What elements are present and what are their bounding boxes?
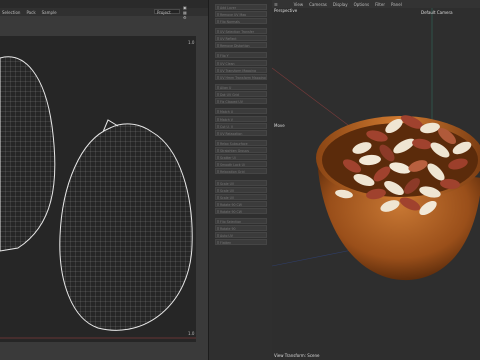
cmd-button[interactable]: Flip Selection: [215, 218, 267, 224]
viewport-icons: ☰: [274, 2, 284, 7]
camera-label: Default Camera: [421, 10, 453, 15]
cmd-button[interactable]: Scale UV: [215, 194, 267, 200]
hamburger-icon[interactable]: ☰: [274, 2, 278, 7]
settings-icon[interactable]: ⚙: [183, 15, 187, 20]
uv-corner-top-label: 1.0: [188, 40, 195, 45]
cmd-button[interactable]: Add Layer: [215, 4, 267, 10]
cmd-button[interactable]: Flatten: [215, 239, 267, 245]
cmd-button[interactable]: Scale UV: [215, 187, 267, 193]
menu-filter[interactable]: Filter: [375, 2, 385, 7]
mode-dropdown-value: Project: [157, 10, 171, 15]
projection-label: Perspective: [274, 8, 298, 13]
cmd-button[interactable]: UV Clean: [215, 60, 267, 66]
menu-panel[interactable]: Panel: [391, 2, 402, 7]
toolbar-icons: ▣ ▦ ⚙: [183, 5, 202, 20]
cmd-button[interactable]: Align U: [215, 84, 267, 90]
cmd-button[interactable]: Fix Clipped UV: [215, 98, 267, 104]
uv-editor-panel: Selection Pack Sample Project ▣ ▦ ⚙ 1.0 …: [0, 5, 208, 360]
mode-dropdown[interactable]: Project: [154, 9, 180, 15]
cmd-button[interactable]: Flip Normals: [215, 18, 267, 24]
grid-icon[interactable]: ▦: [183, 10, 187, 15]
viewport-canvas[interactable]: Perspective Default Camera Move View Tra…: [272, 8, 480, 360]
cmd-button[interactable]: UV Transform Mapping: [215, 67, 267, 73]
cmd-button[interactable]: Remove UV Map: [215, 11, 267, 17]
uv-commands-panel: Add Layer Remove UV Map Flip Normals UV …: [208, 0, 273, 360]
menu-view[interactable]: View: [294, 2, 304, 7]
cmd-button[interactable]: UV Hmm Transform Mapping: [215, 74, 267, 80]
uv-island-right: [59, 123, 193, 331]
cmd-button[interactable]: Match V: [215, 116, 267, 122]
cmd-button[interactable]: Flip Y: [215, 52, 267, 58]
cmd-button[interactable]: Rotate 90 CW: [215, 201, 267, 207]
cmd-button[interactable]: Match U: [215, 108, 267, 114]
menu-cameras[interactable]: Cameras: [309, 2, 327, 7]
viewport-scene: [272, 8, 480, 281]
uv-corner-bottom-label: 1.0: [188, 331, 195, 336]
uv-islands: [0, 56, 196, 339]
menu-selection[interactable]: Selection: [2, 10, 20, 15]
uv-island-left: [0, 56, 56, 252]
cmd-button[interactable]: Scatter Ui: [215, 154, 267, 160]
cmd-button[interactable]: UV Reflect: [215, 35, 267, 41]
cmd-button[interactable]: Rotate 90 CW: [215, 208, 267, 214]
cmd-button[interactable]: Auto UV: [215, 232, 267, 238]
transform-mode-label: Move: [274, 123, 285, 128]
cmd-button[interactable]: Relax Subsurface: [215, 140, 267, 146]
uv-canvas[interactable]: [0, 36, 196, 342]
cmd-button[interactable]: Relaxation Grid: [215, 168, 267, 174]
cmd-button[interactable]: Smooth Lock Ui: [215, 161, 267, 167]
menu-display[interactable]: Display: [333, 2, 348, 7]
menu-options[interactable]: Options: [354, 2, 369, 7]
cmd-button[interactable]: Rotate 90: [215, 225, 267, 231]
menu-sample[interactable]: Sample: [42, 10, 57, 15]
lock-icon[interactable]: ▣: [183, 5, 187, 10]
cmd-button[interactable]: Scale UV: [215, 180, 267, 186]
view-transform-status: View Transform: Scene: [274, 353, 320, 358]
cmd-button[interactable]: Cut U, V: [215, 123, 267, 129]
cmd-button[interactable]: Remove Distortion: [215, 42, 267, 48]
viewport-menubar: ☰ View Cameras Display Options Filter Pa…: [272, 0, 480, 8]
cmd-button[interactable]: UV Relaxation: [215, 130, 267, 136]
cmd-button[interactable]: UV Selection Transfer: [215, 28, 267, 34]
uv-editor-toolbar: Selection Pack Sample Project ▣ ▦ ⚙: [0, 5, 208, 20]
viewport-panel: ☰ View Cameras Display Options Filter Pa…: [272, 0, 480, 360]
cmd-button[interactable]: Straighten Groups: [215, 147, 267, 153]
menu-pack[interactable]: Pack: [26, 10, 35, 15]
cmd-button[interactable]: Dot UV Grid: [215, 91, 267, 97]
